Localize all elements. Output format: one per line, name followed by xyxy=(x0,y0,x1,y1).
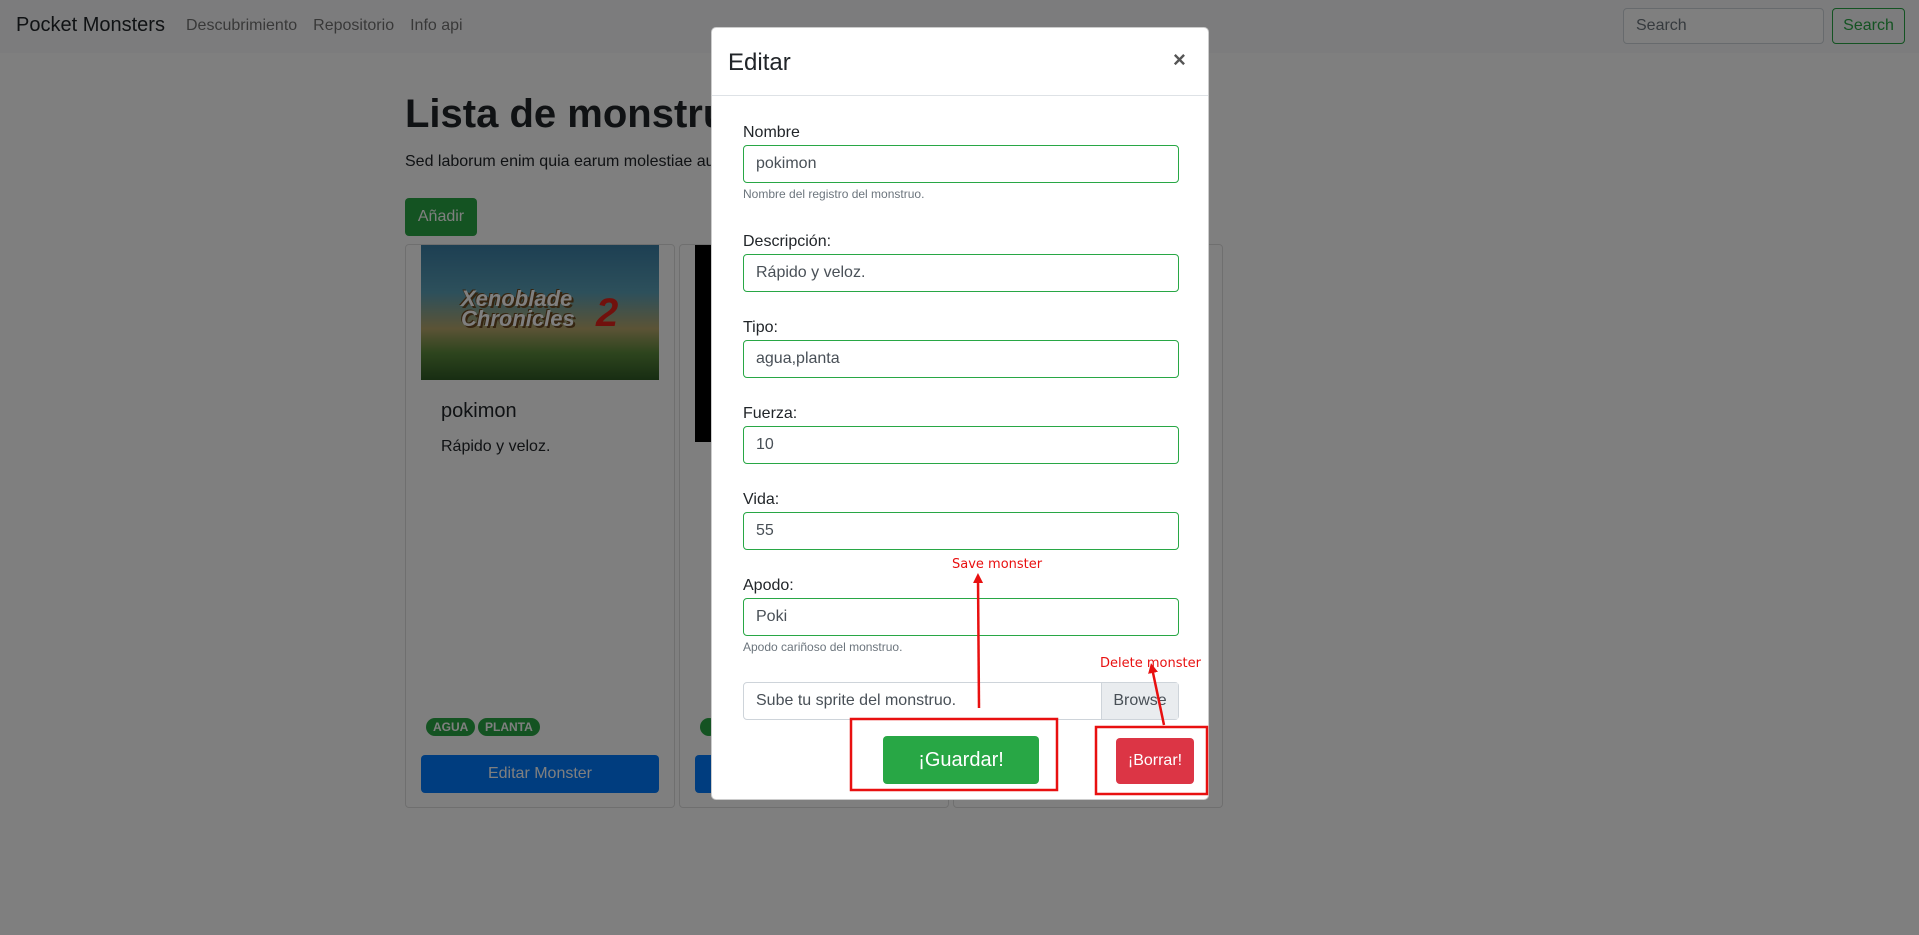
delete-arrow xyxy=(1148,663,1166,726)
save-arrow xyxy=(973,573,984,709)
save-annotation-label: Save monster xyxy=(952,557,1043,572)
annotation-overlay xyxy=(849,573,1209,796)
save-highlight-box xyxy=(849,717,1059,792)
delete-annotation-label: Delete monster xyxy=(1100,656,1201,671)
delete-highlight-box xyxy=(1094,725,1209,796)
